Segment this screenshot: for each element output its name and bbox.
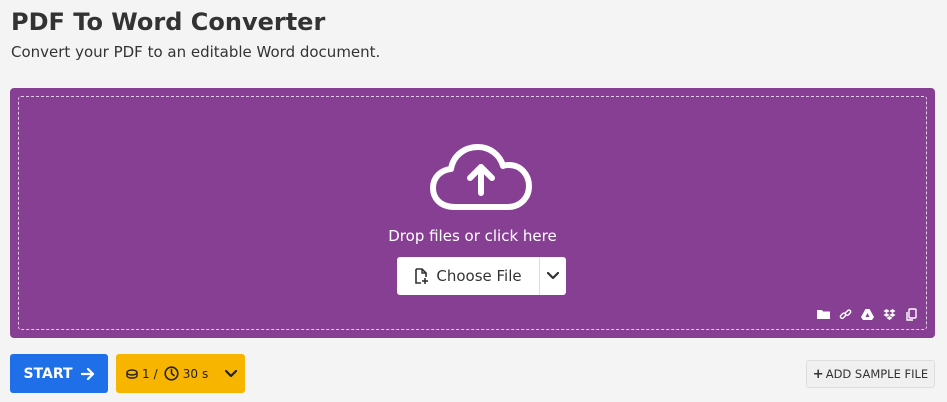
drop-files-text: Drop files or click here bbox=[388, 227, 557, 245]
add-sample-label: ADD SAMPLE FILE bbox=[825, 367, 929, 381]
page-subtitle: Convert your PDF to an editable Word doc… bbox=[11, 43, 381, 61]
choose-file-label: Choose File bbox=[436, 267, 522, 285]
cloud-upload-icon bbox=[430, 144, 532, 210]
drop-zone[interactable]: Drop files or click here Choose File bbox=[10, 88, 935, 338]
link-icon[interactable] bbox=[839, 308, 852, 321]
file-add-icon bbox=[415, 268, 429, 284]
chevron-down-icon bbox=[547, 272, 559, 280]
credits-time-value: 30 bbox=[182, 366, 198, 381]
clock-icon bbox=[164, 366, 179, 381]
credits-time-unit: s bbox=[201, 366, 209, 381]
drop-zone-border[interactable]: Drop files or click here Choose File bbox=[18, 96, 927, 330]
add-sample-file-button[interactable]: + ADD SAMPLE FILE bbox=[806, 360, 935, 388]
credits-separator: / bbox=[153, 366, 158, 381]
chevron-down-icon bbox=[225, 369, 237, 377]
choose-file-group: Choose File bbox=[397, 257, 566, 295]
choose-file-dropdown[interactable] bbox=[540, 257, 566, 295]
page-title: PDF To Word Converter bbox=[11, 8, 326, 36]
coin-icon bbox=[126, 368, 138, 379]
google-drive-icon[interactable] bbox=[861, 308, 874, 321]
arrow-right-icon bbox=[80, 367, 94, 380]
plus-icon: + bbox=[812, 366, 824, 382]
upload-source-icons bbox=[817, 308, 918, 321]
credits-cost-dropdown[interactable]: 1 / 30 s bbox=[116, 354, 245, 393]
start-label: START bbox=[23, 365, 73, 382]
clipboard-icon[interactable] bbox=[905, 308, 918, 321]
credits-count: 1 bbox=[142, 366, 150, 381]
folder-icon[interactable] bbox=[817, 308, 830, 321]
choose-file-button[interactable]: Choose File bbox=[397, 257, 540, 295]
start-button[interactable]: START bbox=[10, 354, 108, 393]
dropbox-icon[interactable] bbox=[883, 308, 896, 321]
